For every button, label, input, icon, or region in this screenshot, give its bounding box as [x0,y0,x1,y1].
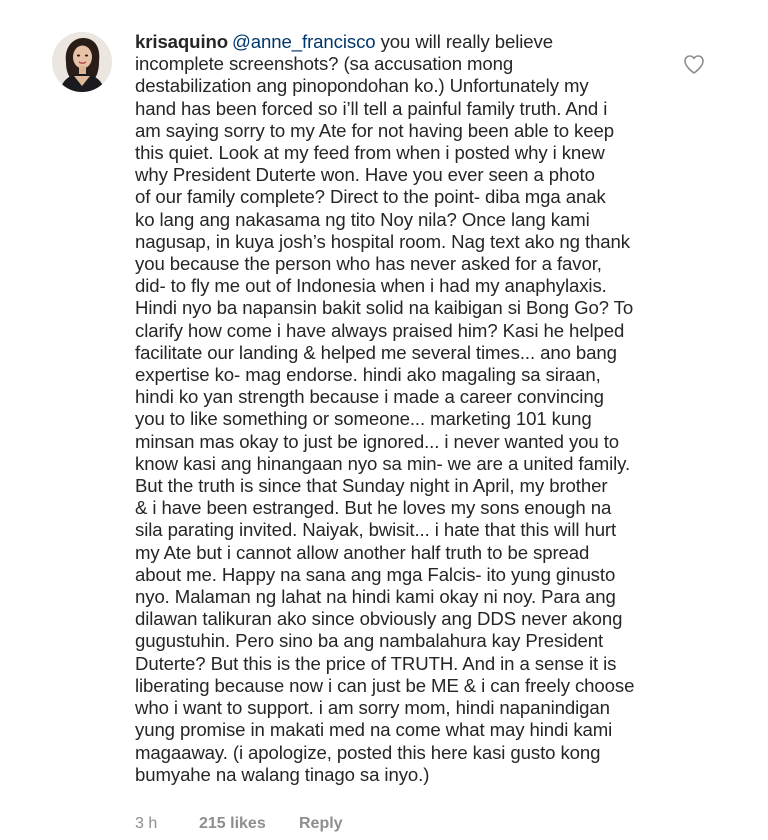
avatar[interactable] [52,32,112,92]
comment-meta: 3 h 215 likes Reply [135,815,343,833]
heart-outline-icon[interactable] [682,52,706,76]
comment-likes-count[interactable]: 215 likes [199,815,299,833]
comment-username[interactable]: krisaquino [135,31,228,52]
comment-timestamp: 3 h [135,815,158,832]
comment-mention-link[interactable]: @anne_francisco [232,31,376,52]
comment-text: you will really believe incomplete scree… [135,31,635,785]
comment-body: krisaquino @anne_francisco you will reall… [135,31,680,786]
reply-button[interactable]: Reply [299,815,343,833]
avatar-photo [52,32,112,92]
comment-item: krisaquino @anne_francisco you will reall… [0,0,768,840]
